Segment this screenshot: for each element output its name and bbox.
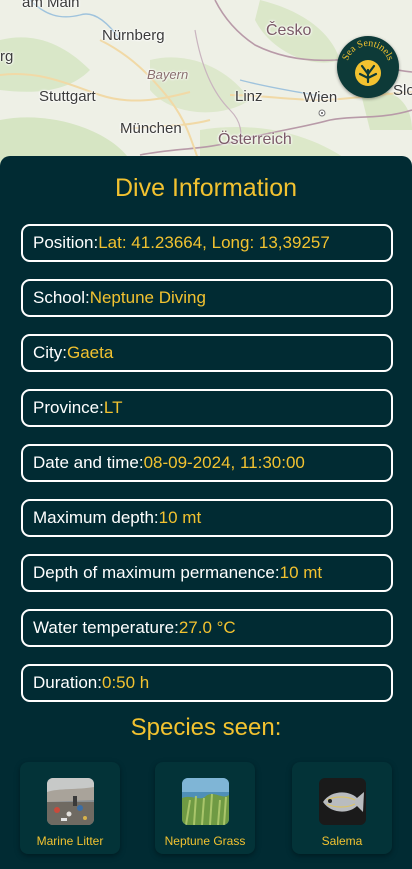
species-name: Marine Litter xyxy=(36,834,104,848)
salema-image xyxy=(319,778,366,825)
field-date-time: Date and time: 08-09-2024, 11:30:00 xyxy=(21,444,393,482)
logo-text: Sea Sentinels xyxy=(340,38,395,62)
field-label: Position: xyxy=(33,233,99,252)
field-label: Depth of maximum permanence: xyxy=(33,563,280,582)
svg-text:Sea Sentinels: Sea Sentinels xyxy=(340,38,395,62)
species-card-marine-litter[interactable]: Marine Litter xyxy=(20,762,120,854)
map-label-oesterreich: Österreich xyxy=(218,131,292,148)
map-label-muenchen: München xyxy=(120,120,182,137)
field-value: 10 mt xyxy=(158,508,202,527)
field-city: City: Gaeta xyxy=(21,334,393,372)
map-label-cesko: Česko xyxy=(266,22,312,39)
field-school: School: Neptune Diving xyxy=(21,279,393,317)
dive-info-panel: Dive Information Position: Lat: 41.23664… xyxy=(0,156,412,869)
species-card-salema[interactable]: Salema xyxy=(292,762,392,854)
map-label-wien: Wien xyxy=(303,89,338,106)
map-label-bayern: Bayern xyxy=(147,67,189,82)
field-value: Gaeta xyxy=(67,343,114,362)
map-label-stuttgart: Stuttgart xyxy=(39,88,96,105)
field-max-depth: Maximum depth: 10 mt xyxy=(21,499,393,537)
species-name: Neptune Grass xyxy=(164,834,246,848)
field-value: 08-09-2024, 11:30:00 xyxy=(143,453,305,472)
field-value: 10 mt xyxy=(279,563,323,582)
field-value: 27.0 °C xyxy=(178,618,236,637)
field-value: Neptune Diving xyxy=(89,288,206,307)
field-label: Water temperature: xyxy=(33,618,179,637)
field-label: City: xyxy=(33,343,67,362)
field-value: Lat: 41.23664, Long: 13,39257 xyxy=(98,233,330,252)
map-label-partial-left: rg xyxy=(0,48,14,65)
field-duration: Duration: 0:50 h xyxy=(21,664,393,702)
field-label: School: xyxy=(33,288,90,307)
field-label: Province: xyxy=(33,398,104,417)
neptune-grass-image xyxy=(182,778,229,825)
field-depth-max-permanence: Depth of maximum permanence: 10 mt xyxy=(21,554,393,592)
map-label-am-main: am Main xyxy=(22,0,80,11)
field-label: Maximum depth: xyxy=(33,508,159,527)
species-card-neptune-grass[interactable]: Neptune Grass xyxy=(155,762,255,854)
species-name: Salema xyxy=(321,834,363,848)
map-label-linz: Linz xyxy=(235,88,263,105)
logo-icon: Sea Sentinels xyxy=(340,38,396,86)
field-label: Date and time: xyxy=(33,453,144,472)
species-title: Species seen: xyxy=(130,714,282,741)
marine-litter-image xyxy=(47,778,94,825)
field-water-temperature: Water temperature: 27.0 °C xyxy=(21,609,393,647)
sea-sentinels-logo: Sea Sentinels xyxy=(337,36,399,98)
map-label-nuernberg: Nürnberg xyxy=(102,27,165,44)
map-view[interactable]: am Main rg Nürnberg Česko Bayern Stuttga… xyxy=(0,0,412,170)
field-value: 0:50 h xyxy=(101,673,150,692)
field-position: Position: Lat: 41.23664, Long: 13,39257 xyxy=(21,224,393,262)
field-province: Province: LT xyxy=(21,389,393,427)
field-value: LT xyxy=(103,398,123,417)
dive-info-title: Dive Information xyxy=(114,174,298,202)
field-label: Duration: xyxy=(33,673,102,692)
